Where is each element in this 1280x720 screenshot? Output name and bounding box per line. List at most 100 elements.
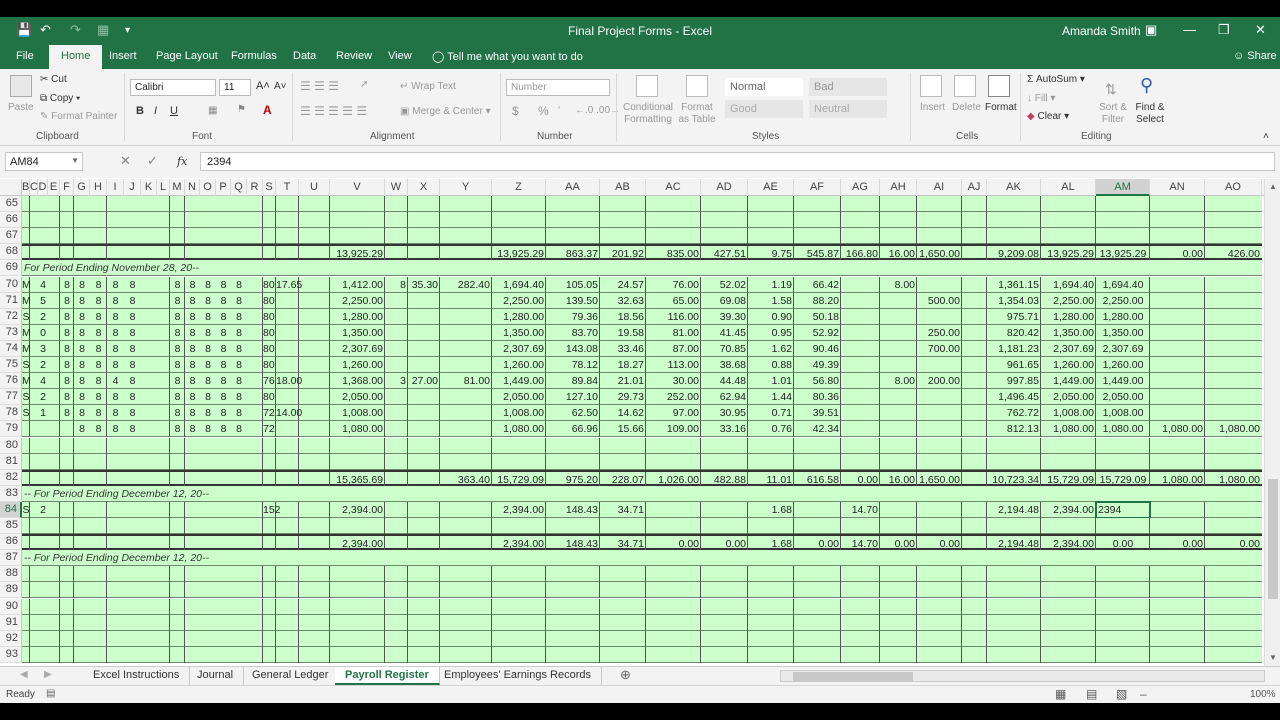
column-header-z[interactable]: Z [492,179,546,196]
column-header-f[interactable]: F [60,179,74,196]
prev-sheet-icon[interactable]: ◀ [20,669,28,680]
cell-w70[interactable]: 8 [385,277,408,293]
cell-ae79[interactable]: 0.76 [748,421,794,437]
cut-button[interactable]: ✂ Cut [40,74,67,85]
cell-d71[interactable]: 5 [38,293,48,309]
cell-ad72[interactable]: 39.30 [701,309,748,325]
cell-ah76[interactable]: 8.00 [880,373,917,389]
cell-aa73[interactable]: 83.70 [546,325,600,341]
column-header-an[interactable]: AN [1150,179,1205,196]
cell-z79[interactable]: 1,080.00 [492,421,546,437]
cell-b70[interactable]: M [22,277,31,293]
cell-am70[interactable]: 1,694.40 [1096,277,1150,293]
cell-ae75[interactable]: 0.88 [748,357,794,373]
cell-j76[interactable]: 8 [124,373,141,389]
column-header-s[interactable]: S [263,179,276,196]
column-header-ao[interactable]: AO [1205,179,1262,196]
cell-af71[interactable]: 88.20 [794,293,841,309]
row-header-84[interactable]: 84 [0,501,22,518]
cell-b71[interactable]: M [22,293,31,309]
cell-d84[interactable]: 2 [38,502,48,518]
cell-g70[interactable]: 8 [74,277,90,293]
cell-g71[interactable]: 8 [74,293,90,309]
cell-o73[interactable]: 8 [200,325,216,341]
cell-ac76[interactable]: 30.00 [646,373,701,389]
column-header-u[interactable]: U [299,179,330,196]
cell-ad74[interactable]: 70.85 [701,341,748,357]
row-header-86[interactable]: 86 [0,534,22,551]
cell-af75[interactable]: 49.39 [794,357,841,373]
cell-b76[interactable]: M [22,373,31,389]
percent-button[interactable]: % [538,104,549,118]
cell-al72[interactable]: 1,280.00 [1041,309,1096,325]
cell-i71[interactable]: 8 [107,293,124,309]
font-color-icon[interactable]: A [263,103,272,117]
cell-n79[interactable]: 8 [185,421,200,437]
column-header-c[interactable]: C [30,179,38,196]
cell-m75[interactable]: 8 [170,357,185,373]
cell-j73[interactable]: 8 [124,325,141,341]
cell-g72[interactable]: 8 [74,309,90,325]
cell-ak84[interactable]: 2,194.48 [987,502,1041,518]
cell-p74[interactable]: 8 [216,341,231,357]
cell-i70[interactable]: 8 [107,277,124,293]
cell-o79[interactable]: 8 [200,421,216,437]
cell-af73[interactable]: 52.92 [794,325,841,341]
cell-b73[interactable]: M [22,325,31,341]
row-header-92[interactable]: 92 [0,630,22,647]
column-header-b[interactable]: B [22,179,30,196]
cell-ad71[interactable]: 69.08 [701,293,748,309]
row-header-80[interactable]: 80 [0,437,22,454]
cell-aa76[interactable]: 89.84 [546,373,600,389]
column-header-ak[interactable]: AK [987,179,1041,196]
cell-y70[interactable]: 282.40 [440,277,492,293]
cell-h72[interactable]: 8 [90,309,107,325]
cell-h73[interactable]: 8 [90,325,107,341]
cell-g75[interactable]: 8 [74,357,90,373]
cell-j79[interactable]: 8 [124,421,141,437]
cell-ab70[interactable]: 24.57 [600,277,646,293]
cell-v73[interactable]: 1,350.00 [330,325,385,341]
name-box[interactable]: AM84 ▼ [5,152,83,171]
cell-aa74[interactable]: 143.08 [546,341,600,357]
row-header-77[interactable]: 77 [0,389,22,406]
cell-o76[interactable]: 8 [200,373,216,389]
cell-h70[interactable]: 8 [90,277,107,293]
cell-m76[interactable]: 8 [170,373,185,389]
cell-am78[interactable]: 1,008.00 [1096,405,1150,421]
cell-al84[interactable]: 2,394.00 [1041,502,1096,518]
column-header-t[interactable]: T [276,179,299,196]
cell-z84[interactable]: 2,394.00 [492,502,546,518]
close-icon[interactable]: ✕ [1255,22,1266,38]
row-header-81[interactable]: 81 [0,453,22,470]
cell-x70[interactable]: 35.30 [408,277,440,293]
row-header-65[interactable]: 65 [0,196,22,212]
cell-b72[interactable]: S [22,309,30,325]
cell-d70[interactable]: 4 [38,277,48,293]
cell-aa75[interactable]: 78.12 [546,357,600,373]
format-painter-button[interactable]: ✎ Format Painter [40,111,117,122]
cell-j78[interactable]: 8 [124,405,141,421]
cell-p76[interactable]: 8 [216,373,231,389]
cell-i77[interactable]: 8 [107,389,124,405]
cell-ab71[interactable]: 32.63 [600,293,646,309]
cell-p78[interactable]: 8 [216,405,231,421]
row-header-69[interactable]: 69 [0,260,22,277]
cell-ae72[interactable]: 0.90 [748,309,794,325]
tab-review[interactable]: Review [336,50,372,62]
cell-ae78[interactable]: 0.71 [748,405,794,421]
cell-i74[interactable]: 8 [107,341,124,357]
cell-am74[interactable]: 2,307.69 [1096,341,1150,357]
column-header-n[interactable]: N [185,179,200,196]
cell-ao79[interactable]: 1,080.00 [1205,421,1262,437]
cell-m77[interactable]: 8 [170,389,185,405]
cell-aa79[interactable]: 66.96 [546,421,600,437]
cell-z74[interactable]: 2,307.69 [492,341,546,357]
font-size-select[interactable]: 11 [219,79,251,96]
cell-j74[interactable]: 8 [124,341,141,357]
cell-s71[interactable]: 80 [263,293,276,309]
restore-icon[interactable]: ❐ [1218,22,1230,38]
cell-n75[interactable]: 8 [185,357,200,373]
column-header-h[interactable]: H [90,179,107,196]
cell-q75[interactable]: 8 [231,357,247,373]
